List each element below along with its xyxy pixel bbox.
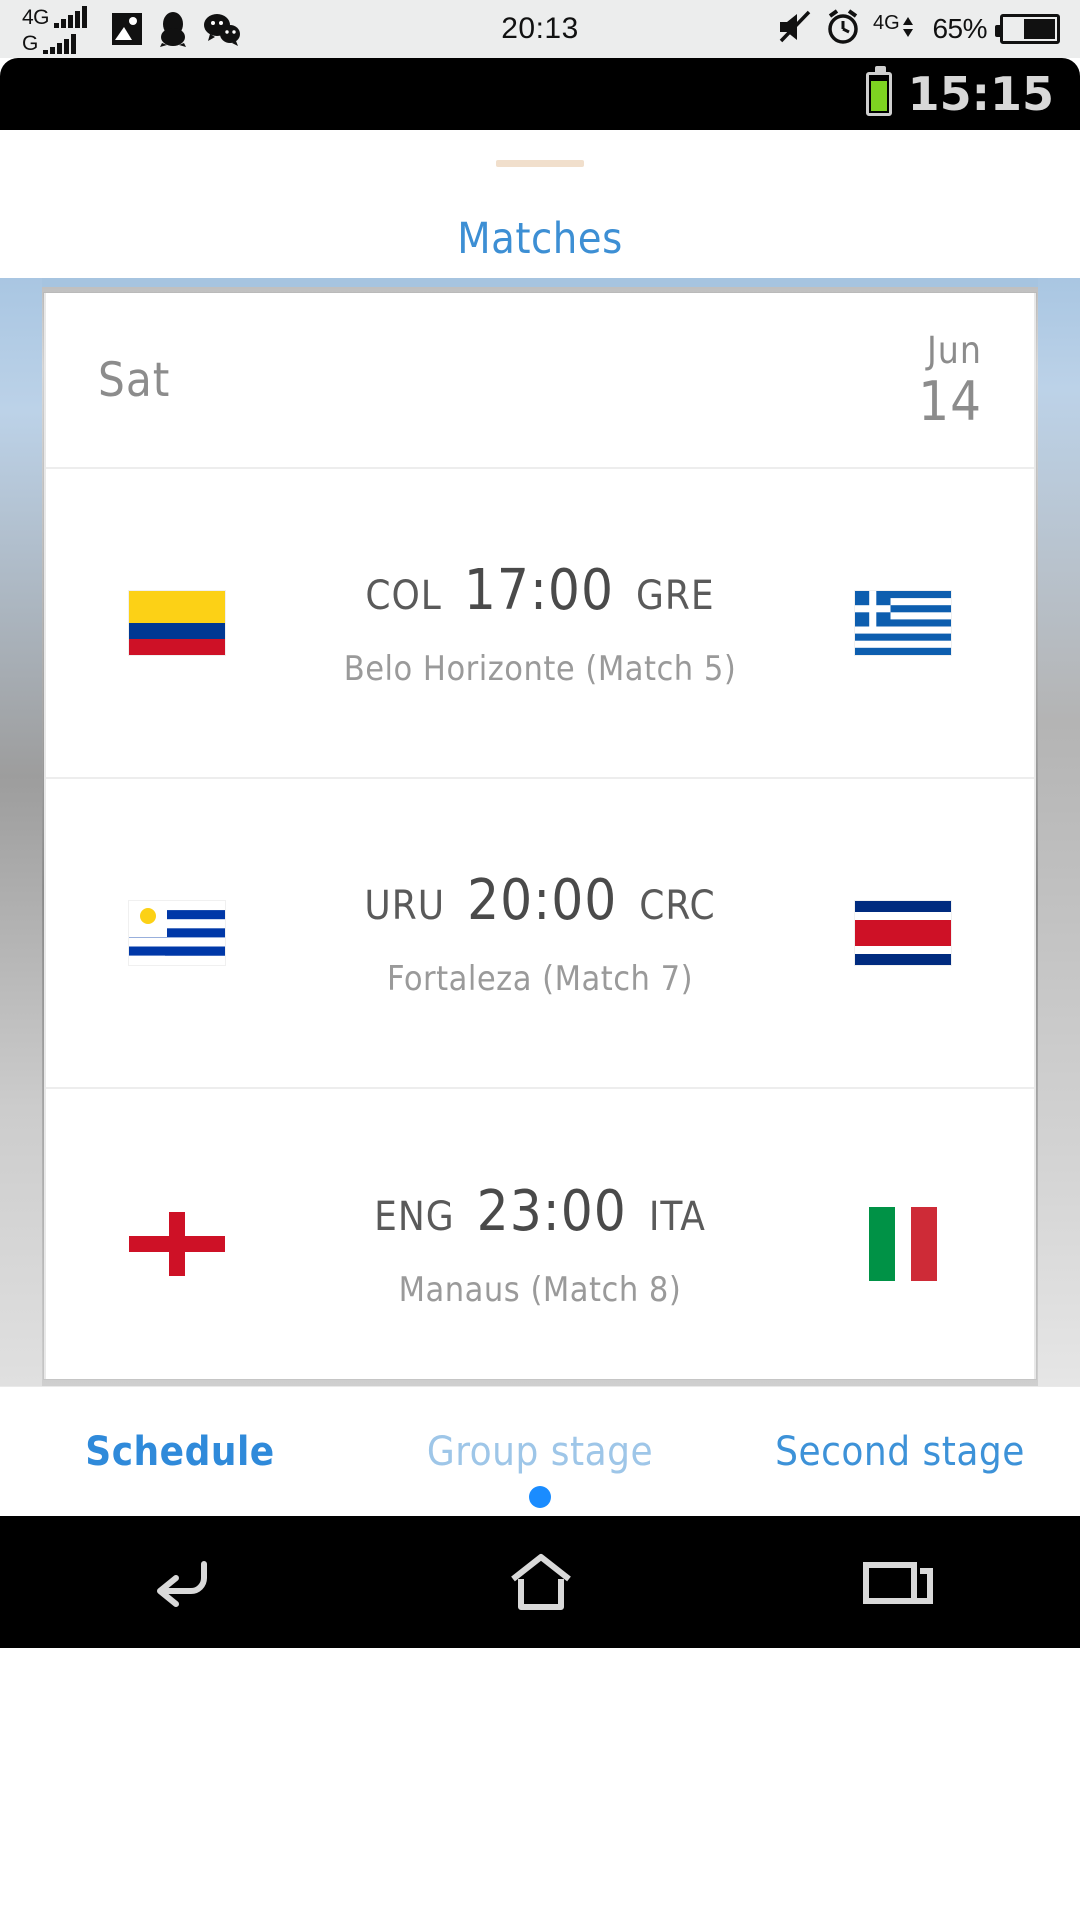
match-line: COL 17:00 GRE xyxy=(365,558,714,623)
scroll-rail-right xyxy=(1038,278,1080,1386)
host-clock: 20:13 xyxy=(501,12,579,45)
away-team-code: GRE xyxy=(636,572,715,619)
venue-label: Manaus (Match 8) xyxy=(398,1269,682,1310)
page-indicator-dot xyxy=(529,1486,551,1508)
scroll-rail-left xyxy=(0,278,42,1386)
away-flag-cell xyxy=(808,1207,998,1281)
home-flag-cell xyxy=(82,901,272,965)
kickoff-time: 17:00 xyxy=(463,557,615,623)
home-icon[interactable] xyxy=(505,1549,577,1615)
match-info: ENG 23:00 ITA Manaus (Match 8) xyxy=(272,1179,808,1310)
page-title: Matches xyxy=(457,214,623,264)
date-header-row: Sat Jun 14 xyxy=(46,293,1034,469)
match-info: URU 20:00 CRC Fortaleza (Match 7) xyxy=(272,868,808,999)
app-header: Matches xyxy=(0,130,1080,278)
app-battery-icon xyxy=(865,66,892,116)
home-flag-cell xyxy=(82,1212,272,1276)
bottom-tab-bar: Schedule Group stage Second stage xyxy=(0,1386,1080,1516)
home-team-code: COL xyxy=(365,572,442,619)
match-info: COL 17:00 GRE Belo Horizonte (Match 5) xyxy=(272,558,808,689)
kickoff-time: 23:00 xyxy=(476,1178,627,1244)
home-flag-cell xyxy=(82,591,272,655)
costa-rica-flag xyxy=(855,901,951,965)
venue-label: Fortaleza (Match 7) xyxy=(386,958,694,999)
away-flag-cell xyxy=(808,901,998,965)
colombia-flag xyxy=(129,591,225,655)
table-row[interactable]: COL 17:00 GRE Belo Horizonte (Match 5) xyxy=(46,469,1034,779)
greece-flag xyxy=(855,591,951,655)
away-team-code: CRC xyxy=(639,882,716,929)
home-team-code: URU xyxy=(364,882,446,929)
england-flag xyxy=(129,1212,225,1276)
date-day-number: 14 xyxy=(918,369,982,433)
kickoff-time: 20:00 xyxy=(467,867,618,933)
battery-icon xyxy=(995,14,1060,44)
scroll-top-accent xyxy=(0,278,1080,287)
app-clock: 15:15 xyxy=(907,67,1054,121)
matches-card: Sat Jun 14 COL 17:00 GRE Belo Horizonte … xyxy=(44,293,1036,1379)
table-row[interactable]: URU 20:00 CRC Fortaleza (Match 7) xyxy=(46,779,1034,1089)
table-row[interactable]: ENG 23:00 ITA Manaus (Match 8) xyxy=(46,1089,1034,1379)
match-line: URU 20:00 CRC xyxy=(364,868,715,933)
schedule-scroll-area[interactable]: Sat Jun 14 COL 17:00 GRE Belo Horizonte … xyxy=(0,278,1080,1386)
recents-icon[interactable] xyxy=(860,1551,938,1613)
venue-label: Belo Horizonte (Match 5) xyxy=(343,648,737,689)
match-line: ENG 23:00 ITA xyxy=(374,1179,706,1244)
host-status-bar: 4G G 20:13 4G 65% xyxy=(0,0,1080,58)
app-status-bar: 15:15 xyxy=(0,58,1080,130)
tab-group-stage[interactable]: Group stage xyxy=(360,1429,720,1475)
android-nav-bar xyxy=(0,1516,1080,1648)
date-right-group: Jun 14 xyxy=(918,332,982,429)
away-team-code: ITA xyxy=(648,1193,706,1240)
italy-flag xyxy=(869,1207,937,1281)
uruguay-flag xyxy=(129,901,225,965)
away-flag-cell xyxy=(808,591,998,655)
scrolled-ghost-strip xyxy=(496,160,584,167)
tab-second-stage[interactable]: Second stage xyxy=(720,1429,1080,1475)
home-team-code: ENG xyxy=(374,1193,455,1240)
tab-schedule[interactable]: Schedule xyxy=(0,1429,360,1475)
date-day-name: Sat xyxy=(98,352,171,408)
back-icon[interactable] xyxy=(142,1550,222,1614)
date-month: Jun xyxy=(926,328,982,372)
